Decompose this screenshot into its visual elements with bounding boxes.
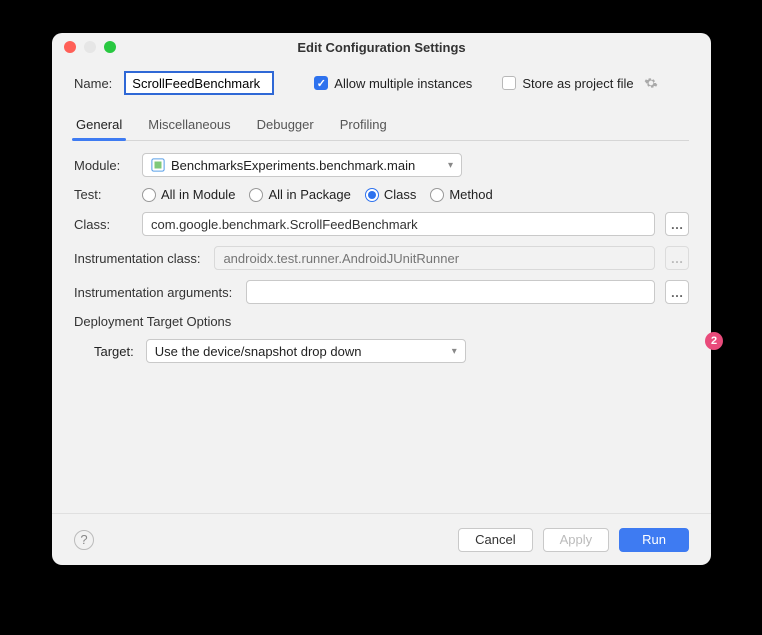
instrumentation-arguments-browse-button[interactable]: …	[665, 280, 689, 304]
allow-multiple-label: Allow multiple instances	[334, 76, 472, 91]
class-input[interactable]	[142, 212, 655, 236]
zoom-icon[interactable]	[104, 41, 116, 53]
window-controls	[64, 41, 116, 53]
tab-debugger[interactable]: Debugger	[255, 111, 316, 140]
footer: ? Cancel Apply Run	[52, 513, 711, 565]
close-icon[interactable]	[64, 41, 76, 53]
instrumentation-class-row: Instrumentation class: …	[74, 246, 689, 270]
instrumentation-class-input	[214, 246, 655, 270]
module-select[interactable]: BenchmarksExperiments.benchmark.main ▾	[142, 153, 462, 177]
module-icon	[151, 158, 165, 172]
help-button[interactable]: ?	[74, 530, 94, 550]
radio-all-in-module[interactable]: All in Module	[142, 187, 235, 202]
checkbox-unchecked-icon	[502, 76, 516, 90]
name-label: Name:	[74, 76, 112, 91]
radio-method[interactable]: Method	[430, 187, 492, 202]
instrumentation-arguments-label: Instrumentation arguments:	[74, 285, 232, 300]
module-value: BenchmarksExperiments.benchmark.main	[171, 158, 415, 173]
dialog-window: Edit Configuration Settings Name: Allow …	[52, 33, 711, 565]
window-title: Edit Configuration Settings	[297, 40, 465, 55]
radio-icon	[142, 188, 156, 202]
instrumentation-arguments-input[interactable]	[246, 280, 655, 304]
store-project-label: Store as project file	[522, 76, 633, 91]
titlebar: Edit Configuration Settings	[52, 33, 711, 61]
test-label: Test:	[74, 187, 132, 202]
name-row: Name: Allow multiple instances Store as …	[74, 71, 689, 95]
radio-all-in-package[interactable]: All in Package	[249, 187, 350, 202]
class-row: Class: …	[74, 212, 689, 236]
instrumentation-arguments-row: Instrumentation arguments: …	[74, 280, 689, 304]
instrumentation-class-label: Instrumentation class:	[74, 251, 200, 266]
chevron-down-icon: ▾	[452, 346, 457, 357]
target-value: Use the device/snapshot drop down	[155, 344, 362, 359]
radio-class[interactable]: Class	[365, 187, 417, 202]
cancel-button[interactable]: Cancel	[458, 528, 532, 552]
target-label: Target:	[94, 344, 134, 359]
deployment-target-title: Deployment Target Options	[74, 314, 689, 329]
allow-multiple-checkbox[interactable]: Allow multiple instances	[314, 76, 472, 91]
class-label: Class:	[74, 217, 132, 232]
store-project-checkbox[interactable]: Store as project file	[502, 76, 657, 91]
radio-icon	[249, 188, 263, 202]
test-radio-group: All in Module All in Package Class Metho…	[142, 187, 493, 202]
tab-bar: General Miscellaneous Debugger Profiling	[74, 111, 689, 141]
gear-icon[interactable]	[644, 76, 658, 90]
run-button[interactable]: Run	[619, 528, 689, 552]
chevron-down-icon: ▾	[448, 160, 453, 171]
target-row: Target: Use the device/snapshot drop dow…	[74, 339, 689, 363]
name-input[interactable]	[124, 71, 274, 95]
radio-icon	[430, 188, 444, 202]
tab-general[interactable]: General	[74, 111, 124, 140]
minimize-icon	[84, 41, 96, 53]
form-area: Module: BenchmarksExperiments.benchmark.…	[74, 141, 689, 363]
tab-miscellaneous[interactable]: Miscellaneous	[146, 111, 232, 140]
instrumentation-class-browse-button: …	[665, 246, 689, 270]
tab-profiling[interactable]: Profiling	[338, 111, 389, 140]
apply-button: Apply	[543, 528, 610, 552]
notification-badge[interactable]: 2	[705, 332, 723, 350]
target-select[interactable]: Use the device/snapshot drop down ▾	[146, 339, 466, 363]
radio-selected-icon	[365, 188, 379, 202]
class-browse-button[interactable]: …	[665, 212, 689, 236]
module-row: Module: BenchmarksExperiments.benchmark.…	[74, 153, 689, 177]
test-row: Test: All in Module All in Package Class…	[74, 187, 689, 202]
module-label: Module:	[74, 158, 132, 173]
checkbox-checked-icon	[314, 76, 328, 90]
content-area: Name: Allow multiple instances Store as …	[52, 61, 711, 513]
